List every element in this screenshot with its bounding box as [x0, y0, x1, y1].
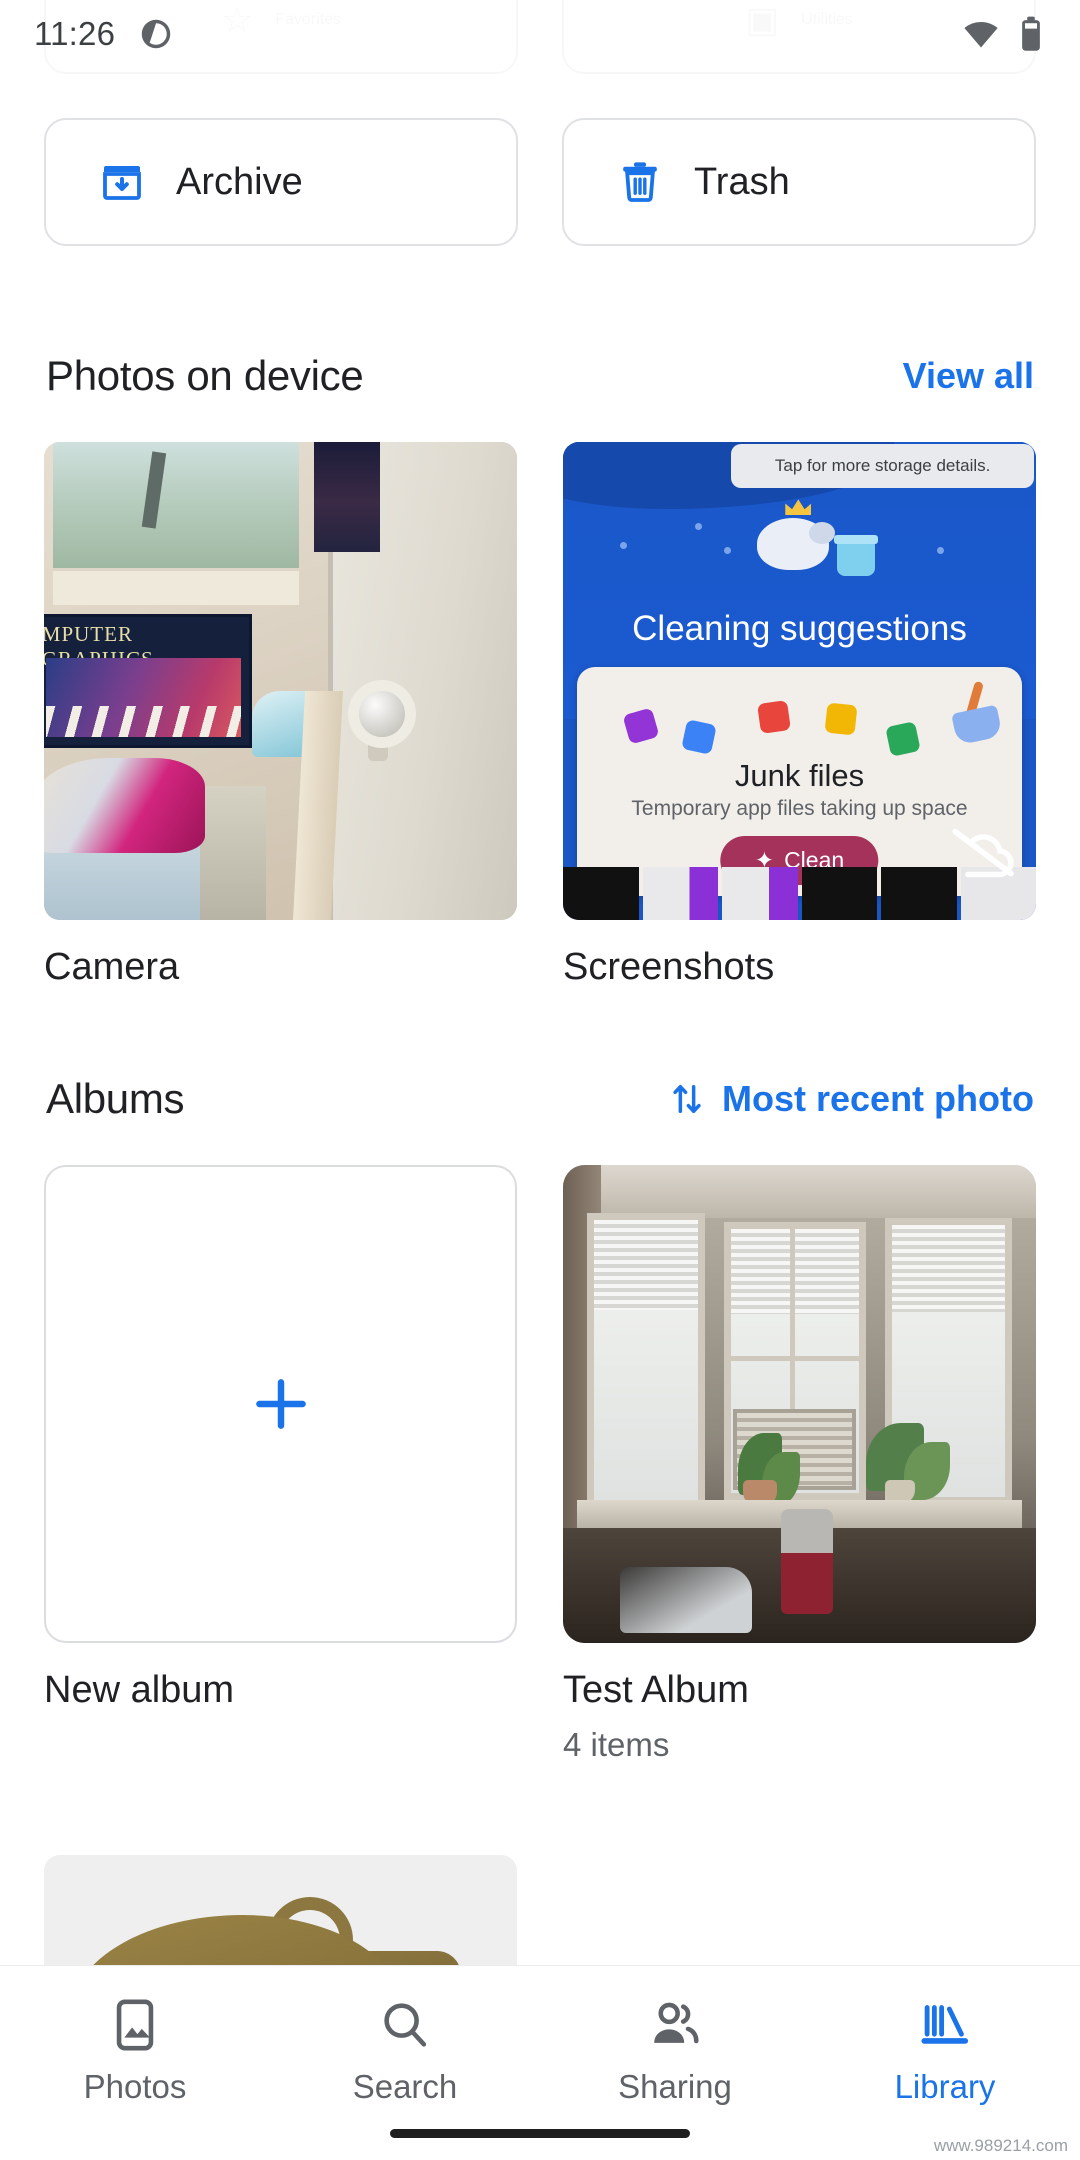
test-album-photo-image: [563, 1165, 1036, 1643]
plus-icon: [255, 1379, 306, 1429]
sort-arrows-icon: [673, 1085, 701, 1113]
photos-on-device-title: Photos on device: [46, 352, 364, 399]
library-icon: [921, 2005, 969, 2044]
junk-files-title: Junk files: [734, 758, 865, 794]
album-sort-label: Most recent photo: [722, 1078, 1034, 1119]
photos-icon: [116, 1999, 154, 2051]
watermark: www.989214.com: [933, 2136, 1068, 2155]
junk-files-subtitle: Temporary app files taking up space: [631, 797, 968, 821]
storage-tooltip: Tap for more storage details.: [731, 444, 1034, 488]
wifi-icon: [964, 21, 998, 48]
sharing-icon: [654, 2002, 699, 2044]
album-new-album[interactable]: New album: [44, 1165, 517, 1764]
archive-icon: [103, 166, 141, 200]
status-time: 11:26: [34, 15, 116, 52]
new-album-box[interactable]: [44, 1165, 517, 1643]
album-test-album[interactable]: Test Album 4 items: [563, 1165, 1036, 1764]
trash-chip[interactable]: Trash: [562, 118, 1036, 246]
gesture-navigation-bar[interactable]: [390, 2129, 690, 2138]
photos-on-device-header: Photos on device View all: [0, 352, 1080, 400]
camera-photo-image: MPUTER GRAPHICS: [44, 442, 517, 920]
nav-label-library: Library: [894, 2068, 996, 2105]
assistant-dot-icon: [141, 19, 171, 49]
status-bar-right: [962, 15, 1046, 53]
trash-icon: [623, 162, 657, 202]
screenshots-folder-label: Screenshots: [563, 946, 775, 988]
view-all-link[interactable]: View all: [903, 355, 1034, 397]
archive-chip[interactable]: Archive: [44, 118, 518, 246]
test-album-label: Test Album: [563, 1669, 749, 1711]
partial-album-row: MYSTERYRANCH: [0, 1855, 1080, 1965]
device-folder-camera[interactable]: MPUTER GRAPHICS Camera: [44, 442, 517, 989]
archive-chip-label: Archive: [176, 160, 303, 203]
partial-album-thumbnail[interactable]: MYSTERYRANCH: [44, 1855, 517, 1965]
status-bar-left: 11:26: [34, 15, 175, 53]
nav-label-sharing: Sharing: [618, 2068, 732, 2105]
test-album-item-count: 4 items: [563, 1726, 670, 1763]
nav-item-library[interactable]: Library: [810, 1996, 1080, 2106]
new-album-label: New album: [44, 1669, 235, 1711]
partial-album-placeholder: [563, 1855, 1036, 1965]
trash-chip-label: Trash: [694, 160, 790, 203]
nav-item-sharing[interactable]: Sharing: [540, 1996, 810, 2106]
status-bar: 11:26: [0, 0, 1080, 68]
scroll-content[interactable]: Archive Trash Photos on device View all: [0, 0, 1080, 1965]
screenshots-thumbnail[interactable]: Tap for more storage details. Cleaning s…: [563, 442, 1036, 920]
search-icon: [384, 2003, 427, 2047]
albums-title: Albums: [46, 1075, 185, 1122]
device-folder-row: MPUTER GRAPHICS Camera: [0, 442, 1080, 989]
nav-item-photos[interactable]: Photos: [0, 1996, 270, 2106]
cleaning-suggestions-heading: Cleaning suggestions: [632, 609, 967, 649]
camera-folder-label: Camera: [44, 946, 180, 988]
cloud-off-icon: [952, 828, 1014, 878]
backpack-photo-image: MYSTERYRANCH: [70, 1885, 491, 1965]
nav-label-search: Search: [352, 2068, 458, 2105]
test-album-thumbnail[interactable]: [563, 1165, 1036, 1643]
battery-icon: [1022, 16, 1040, 51]
nav-item-search[interactable]: Search: [270, 1996, 540, 2106]
albums-header: Albums Most recent photo: [0, 1075, 1080, 1123]
camera-thumbnail[interactable]: MPUTER GRAPHICS: [44, 442, 517, 920]
album-sort-button[interactable]: Most recent photo: [666, 1078, 1034, 1120]
device-folder-screenshots[interactable]: Tap for more storage details. Cleaning s…: [563, 442, 1036, 989]
nav-label-photos: Photos: [83, 2068, 187, 2105]
albums-row: New album Test Album 4 items: [0, 1165, 1080, 1764]
quick-access-chip-row: Archive Trash: [0, 118, 1080, 246]
